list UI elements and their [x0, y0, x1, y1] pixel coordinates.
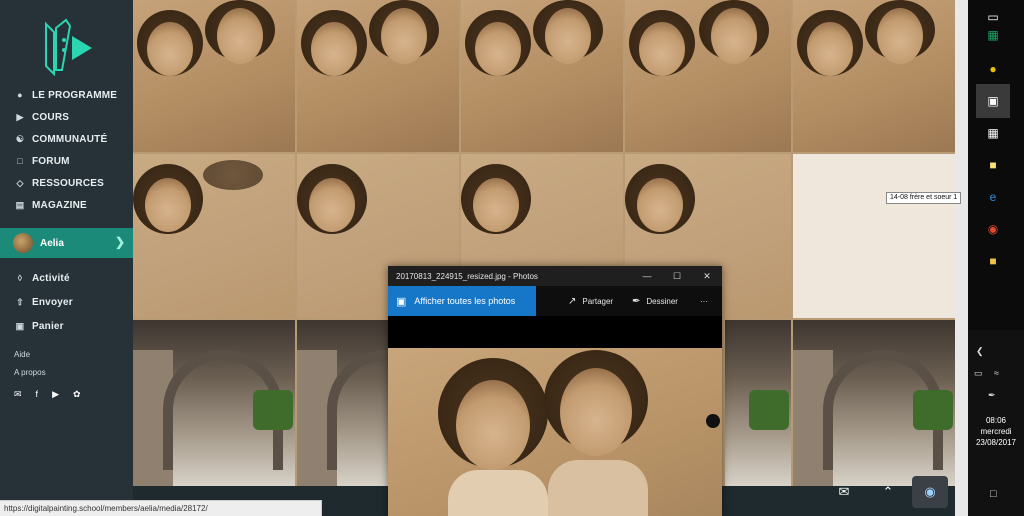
social-links: ✉ f ▶ ✿: [14, 389, 81, 400]
nav-label: COMMUNAUTÉ: [32, 133, 108, 145]
gallery-icon: ▣: [396, 295, 407, 308]
clock-day: mercredi: [980, 427, 1012, 436]
nav-label: Envoyer: [32, 296, 73, 308]
upload-icon: ⇧: [16, 296, 24, 307]
bulb-icon: ●: [17, 90, 23, 100]
show-hidden-icons-icon[interactable]: ❮: [976, 346, 984, 357]
notifications-icon[interactable]: □: [990, 488, 997, 500]
pen-icon: ✒: [632, 295, 641, 307]
nav-cours[interactable]: ▶ COURS: [0, 106, 133, 128]
help-link[interactable]: Aide: [14, 350, 46, 368]
user-profile-link[interactable]: Aelia ❯: [0, 228, 133, 258]
maximize-button[interactable]: ☐: [662, 266, 692, 286]
media-thumbnail[interactable]: [133, 0, 295, 152]
photos-app-icon[interactable]: ▣: [976, 84, 1010, 118]
more-label: ···: [700, 296, 708, 306]
main-nav: ● LE PROGRAMME ▶ COURS ☯ COMMUNAUTÉ □ FORUM …: [0, 84, 133, 216]
nav-label: MAGAZINE: [32, 199, 87, 211]
nav-label: Activité: [32, 272, 70, 284]
media-thumbnail[interactable]: [133, 320, 295, 486]
facebook-icon[interactable]: f: [36, 389, 39, 400]
scroll-top-icon[interactable]: ⌃: [870, 476, 906, 508]
nav-ressources[interactable]: ◇ RESSOURCES: [0, 172, 133, 194]
about-link[interactable]: A propos: [14, 368, 46, 386]
nav-panier[interactable]: ▣ Panier: [0, 314, 133, 338]
battery-icon[interactable]: ▭: [974, 368, 983, 379]
user-nav: ◊ Activité ⇧ Envoyer ▣ Panier: [0, 266, 133, 338]
cart-icon: ▣: [15, 320, 25, 331]
pen-icon[interactable]: ✒: [988, 390, 996, 401]
window-controls: — ☐ ✕: [632, 266, 722, 286]
nav-magazine[interactable]: ▤ MAGAZINE: [0, 194, 133, 216]
thumbnail-tooltip: 14-08 frère et soeur 1: [886, 192, 962, 204]
view-all-label: Afficher toutes les photos: [414, 296, 516, 306]
youtube-icon[interactable]: ▶: [52, 389, 59, 400]
nav-programme[interactable]: ● LE PROGRAMME: [0, 84, 133, 106]
media-thumbnail[interactable]: [133, 154, 295, 318]
magazine-icon: ▤: [15, 199, 25, 210]
clock-time: 08:06: [985, 416, 1007, 425]
message-icon[interactable]: ✉: [826, 476, 862, 508]
footer-links: Aide A propos: [14, 350, 46, 386]
view-all-photos-button[interactable]: ▣ Afficher toutes les photos: [388, 286, 536, 316]
media-thumbnail[interactable]: [625, 0, 791, 152]
clock-date: 23/08/2017: [975, 438, 1017, 447]
chat-icon: □: [17, 156, 23, 166]
app-icon[interactable]: ■: [976, 244, 1010, 278]
bell-icon: ◊: [17, 273, 23, 283]
edge-icon[interactable]: e: [976, 180, 1010, 214]
minimize-button[interactable]: —: [632, 266, 662, 286]
twitter-icon[interactable]: ✿: [73, 389, 81, 400]
nav-activite[interactable]: ◊ Activité: [0, 266, 133, 290]
share-button[interactable]: ↗ Partager: [568, 286, 613, 316]
user-name: Aelia: [40, 237, 64, 249]
app-icon[interactable]: ◉: [976, 212, 1010, 246]
draw-button[interactable]: ✒ Dessiner: [632, 286, 678, 316]
nav-label: FORUM: [32, 155, 70, 167]
nav-label: COURS: [32, 111, 70, 123]
share-label: Partager: [582, 296, 614, 306]
photos-window: 20170813_224915_resized.jpg - Photos — ☐…: [388, 266, 722, 516]
photo-image: [388, 348, 722, 516]
mail-icon[interactable]: ✉: [14, 389, 22, 400]
nav-forum[interactable]: □ FORUM: [0, 150, 133, 172]
window-title: 20170813_224915_resized.jpg - Photos: [396, 271, 538, 281]
layers-icon: ◇: [16, 177, 24, 188]
discord-icon[interactable]: ◉: [912, 476, 948, 508]
wifi-icon[interactable]: ≈: [994, 368, 999, 378]
site-logo[interactable]: [40, 14, 96, 76]
sidebar: ● LE PROGRAMME ▶ COURS ☯ COMMUNAUTÉ □ FORUM …: [0, 0, 133, 516]
avatar: [13, 233, 33, 253]
more-button[interactable]: ···: [700, 286, 708, 316]
sticky-notes-icon[interactable]: ■: [976, 148, 1010, 182]
media-thumbnail[interactable]: [793, 0, 955, 152]
media-thumbnail[interactable]: [297, 0, 459, 152]
media-thumbnail[interactable]: [461, 0, 623, 152]
link-status-bar: https://digitalpainting.school/members/a…: [0, 500, 322, 516]
media-thumbnail[interactable]: [793, 154, 955, 318]
close-button[interactable]: ✕: [692, 266, 722, 286]
nav-label: LE PROGRAMME: [32, 89, 118, 101]
nav-communaute[interactable]: ☯ COMMUNAUTÉ: [0, 128, 133, 150]
photo-viewer[interactable]: [388, 316, 722, 516]
store-icon[interactable]: ▦: [976, 116, 1010, 150]
excel-icon[interactable]: ▦: [976, 18, 1010, 52]
media-thumbnail[interactable]: [725, 320, 791, 486]
coins-icon[interactable]: ●: [976, 52, 1010, 86]
nav-envoyer[interactable]: ⇧ Envoyer: [0, 290, 133, 314]
people-icon: ☯: [15, 133, 25, 144]
play-icon: ▶: [16, 111, 24, 122]
command-bar: ▣ Afficher toutes les photos ↗ Partager …: [388, 286, 722, 316]
window-titlebar[interactable]: 20170813_224915_resized.jpg - Photos — ☐…: [388, 266, 722, 286]
share-icon: ↗: [568, 295, 577, 307]
nav-label: RESSOURCES: [32, 177, 105, 189]
screen: ● LE PROGRAMME ▶ COURS ☯ COMMUNAUTÉ □ FORUM …: [0, 0, 1024, 516]
nav-label: Panier: [32, 320, 64, 332]
chevron-right-icon: ❯: [114, 235, 125, 249]
media-thumbnail[interactable]: [793, 320, 955, 486]
scrollbar[interactable]: [955, 0, 968, 516]
draw-label: Dessiner: [646, 296, 678, 306]
clock[interactable]: 08:06 mercredi 23/08/2017: [968, 415, 1024, 448]
